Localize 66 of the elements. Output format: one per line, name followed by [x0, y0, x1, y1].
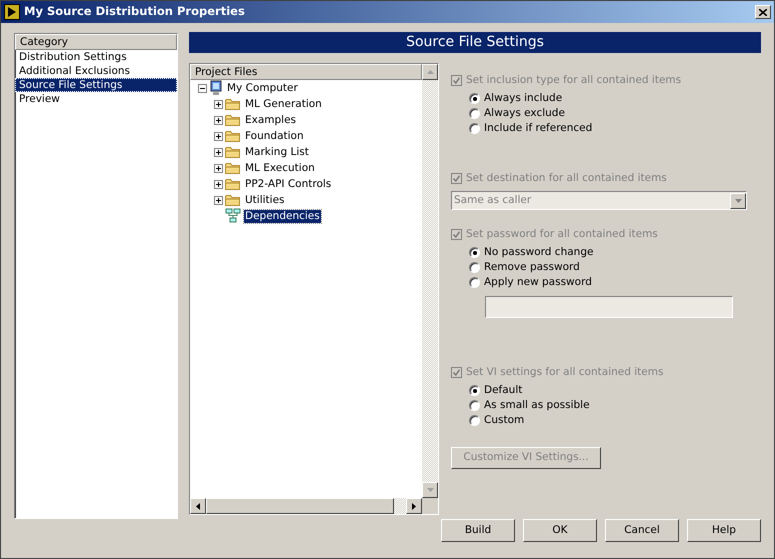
up-arrow-icon — [426, 70, 434, 74]
radio-label: Apply new password — [484, 274, 592, 290]
horizontal-scrollbar[interactable] — [190, 498, 422, 514]
vertical-scrollbar[interactable] — [422, 64, 438, 498]
expand-toggle-icon[interactable] — [214, 100, 223, 108]
right-arrow-icon — [412, 502, 416, 510]
tree-item[interactable]: Foundation — [244, 130, 305, 142]
category-item[interactable]: Distribution Settings — [15, 50, 177, 64]
category-item[interactable]: Additional Exclusions — [15, 64, 177, 78]
expand-toggle-icon[interactable] — [214, 148, 223, 156]
radio-label: Default — [484, 382, 522, 398]
radio-label: Include if referenced — [484, 120, 592, 136]
expand-toggle-icon[interactable] — [214, 132, 223, 140]
scroll-down-button[interactable] — [422, 482, 438, 498]
radio-label: No password change — [484, 244, 594, 260]
checkbox-label: Set inclusion type for all contained items — [466, 72, 682, 88]
section-title: Source File Settings — [189, 32, 761, 53]
left-arrow-icon — [196, 502, 200, 510]
network-icon — [225, 208, 241, 224]
close-button[interactable] — [755, 5, 771, 19]
dialog-button[interactable]: Build — [441, 519, 515, 542]
expand-toggle-icon[interactable] — [214, 116, 223, 124]
checkbox-label: Set VI settings for all contained items — [466, 364, 664, 380]
dialog-button[interactable]: Cancel — [605, 519, 679, 542]
window-title: My Source Distribution Properties — [24, 3, 245, 20]
column-header: Project Files — [190, 64, 422, 80]
checkbox-label: Set password for all contained items — [466, 226, 658, 242]
radio-label: Always exclude — [484, 106, 565, 121]
expand-toggle-icon[interactable] — [214, 164, 223, 172]
category-item[interactable]: Preview — [15, 92, 177, 106]
tree-item[interactable]: Examples — [244, 114, 298, 126]
scroll-left-button[interactable] — [190, 498, 206, 514]
dialog-button[interactable]: Help — [687, 519, 761, 542]
folder-icon — [225, 113, 241, 127]
column-header: Category — [15, 34, 177, 50]
tree-item[interactable]: My Computer — [226, 82, 299, 94]
folder-icon — [225, 145, 241, 159]
scroll-right-button[interactable] — [406, 498, 422, 514]
category-item[interactable]: Source File Settings — [15, 78, 177, 92]
expand-toggle-icon[interactable] — [214, 180, 223, 188]
app-icon — [4, 4, 20, 20]
tree-item[interactable]: PP2-API Controls — [244, 178, 332, 190]
close-icon — [759, 8, 767, 16]
radio-label: Custom — [484, 412, 524, 428]
folder-icon — [225, 193, 241, 207]
tree-item[interactable]: ML Generation — [244, 98, 323, 110]
folder-icon — [225, 177, 241, 191]
tree-item[interactable]: ML Execution — [244, 162, 316, 174]
scrollbar-corner — [422, 498, 438, 514]
folder-icon — [225, 161, 241, 175]
scroll-thumb[interactable] — [206, 498, 394, 514]
expand-toggle-icon[interactable] — [198, 84, 207, 92]
dialog-button[interactable]: OK — [523, 519, 597, 542]
radio-label: Always include — [484, 90, 562, 106]
tree-item[interactable]: Marking List — [244, 146, 310, 158]
expand-toggle-icon[interactable] — [214, 196, 223, 204]
checkbox-label: Set destination for all contained items — [466, 170, 667, 186]
scroll-up-button[interactable] — [422, 64, 438, 80]
folder-icon — [225, 97, 241, 111]
radio-label: Remove password — [484, 260, 580, 275]
folder-icon — [225, 129, 241, 143]
down-arrow-icon — [426, 488, 434, 492]
tree-item[interactable]: Utilities — [244, 194, 286, 206]
radio-label: As small as possible — [484, 398, 590, 413]
computer-icon — [209, 80, 223, 96]
tree-item[interactable]: Dependencies — [244, 210, 321, 222]
